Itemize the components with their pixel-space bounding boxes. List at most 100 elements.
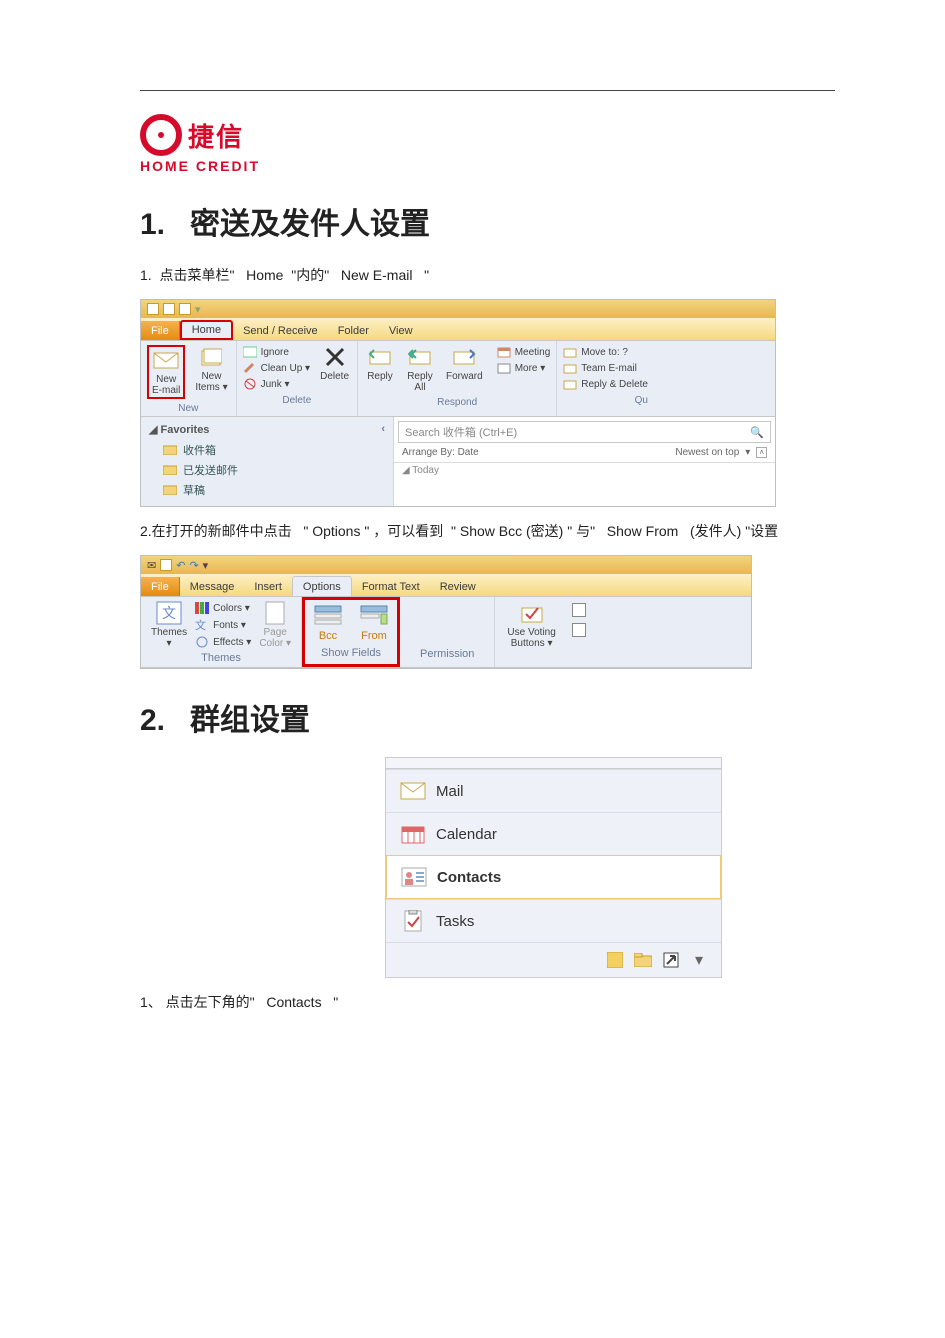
tab-format-text[interactable]: Format Text [352,577,430,596]
contacts-icon [401,866,427,888]
content-area: ◢ Favorites‹ 收件箱 已发送邮件 草稿 Search 收件箱 (Ct… [141,417,775,506]
search-box[interactable]: Search 收件箱 (Ctrl+E) 🔍 [398,421,771,443]
ribbon-home: New E-mail New Items ▾ New Igno [141,341,775,417]
top-rule [140,90,835,91]
nav-mail[interactable]: Mail [386,769,721,812]
tab-options[interactable]: Options [292,576,352,596]
logo-icon [140,114,182,156]
group-label-quick: Qu [635,393,648,408]
group-permission: Permission [400,597,495,667]
quick-access-toolbar: ▾ [141,300,775,318]
group-label-delete: Delete [282,393,311,408]
logo-chinese: 捷信 [188,117,244,154]
tasks-icon [400,910,426,932]
delete-button[interactable]: Delete [318,345,351,382]
section-1-step-1: 1. 点击菜单栏" Home "内的" New E-mail " [140,261,835,289]
new-items-icon [197,345,225,369]
screenshot-nav-pane: Mail Calendar Contacts Tasks ▾ [385,757,722,978]
cleanup-button[interactable]: Clean Up ▾ [243,361,311,375]
quick-access-toolbar-2: ✉ ↶ ↷ ▾ [141,556,751,574]
folder-nav: ◢ Favorites‹ 收件箱 已发送邮件 草稿 [141,417,394,506]
tab-review[interactable]: Review [430,577,486,596]
junk-button[interactable]: Junk ▾ [243,377,311,391]
junk-icon [243,377,257,391]
tab-folder[interactable]: Folder [328,321,379,340]
checkbox-icon[interactable] [572,603,586,617]
from-icon [359,604,389,628]
checkbox-icon[interactable] [572,623,586,637]
screenshot-options-ribbon: ✉ ↶ ↷ ▾ File Message Insert Options Form… [140,555,752,669]
page-color-button[interactable]: Page Color ▾ [257,601,293,649]
tab-file-2[interactable]: File [141,577,180,596]
section-1-title: 密送及发件人设置 [190,208,430,241]
group-quick-steps: Move to: ? Team E-mail Reply & Delete Qu [557,341,654,416]
group-respond: Reply Reply All Forward Meeting More ▾ R… [358,341,557,416]
voting-button[interactable]: Use Voting Buttons ▾ [505,601,557,649]
tab-home[interactable]: Home [180,320,233,340]
more-icon [497,361,511,375]
reply-all-icon [406,345,434,369]
colors-button[interactable]: Colors ▾ [195,601,251,615]
reply-all-button[interactable]: Reply All [404,345,436,393]
folder-list-icon[interactable] [633,951,653,969]
notes-icon[interactable] [605,951,625,969]
search-icon[interactable]: 🔍 [750,426,764,439]
calendar-icon [400,823,426,845]
folder-inbox[interactable]: 收件箱 [149,440,385,460]
arrange-by[interactable]: Arrange By: Date [402,447,479,458]
themes-button[interactable]: 文 Themes ▾ [149,601,189,649]
qat-dropdown-icon: ▾ [195,303,201,316]
group-label-respond: Respond [437,395,477,410]
section-1-heading: 1. 密送及发件人设置 [140,199,835,243]
section-2-title: 群组设置 [190,704,310,737]
message-list: Search 收件箱 (Ctrl+E) 🔍 Arrange By: Date N… [394,417,775,506]
sort-chevron-icon[interactable]: ▾ [745,447,750,458]
tab-message[interactable]: Message [180,577,245,596]
new-items-button[interactable]: New Items ▾ [193,345,229,393]
envelope-icon [152,348,180,372]
undo-icon: ↶ [176,559,185,572]
section-1-number: 1. [140,208,165,241]
fonts-button[interactable]: 文Fonts ▾ [195,618,251,632]
search-placeholder: Search 收件箱 (Ctrl+E) [405,424,517,440]
forward-button[interactable]: Forward [444,345,485,382]
screenshot-outlook-main: ▾ File Home Send / Receive Folder View N… [140,299,776,507]
svg-text:文: 文 [162,605,176,621]
folder-sent[interactable]: 已发送邮件 [149,460,385,480]
reply-delete-button[interactable]: Reply & Delete [563,377,648,391]
tab-send-receive[interactable]: Send / Receive [233,321,328,340]
meeting-button[interactable]: Meeting [497,345,551,359]
favorites-header[interactable]: ◢ Favorites‹ [149,423,385,436]
tab-file[interactable]: File [141,321,180,340]
redo-icon: ↷ [189,559,198,572]
more-respond-button[interactable]: More ▾ [497,361,551,375]
nav-tasks[interactable]: Tasks [386,899,721,942]
from-button[interactable]: From [351,602,397,644]
effects-button[interactable]: Effects ▾ [195,635,251,649]
nav-contacts[interactable]: Contacts [386,855,721,899]
group-label-permission: Permission [410,645,484,663]
collapse-icon[interactable]: ‹ [381,423,385,435]
folder-drafts[interactable]: 草稿 [149,480,385,500]
folder-icon [163,464,177,476]
configure-dropdown-icon[interactable]: ▾ [689,951,709,969]
tab-view[interactable]: View [379,321,423,340]
shortcuts-icon[interactable] [661,951,681,969]
highlight-new-email: New E-mail [147,345,185,399]
save-icon [160,559,172,571]
nav-calendar[interactable]: Calendar [386,812,721,855]
sort-order[interactable]: Newest on top [675,447,739,458]
reply-icon [366,345,394,369]
forward-icon [450,345,478,369]
group-label-new: New [178,401,198,416]
reply-button[interactable]: Reply [364,345,396,382]
team-email-button[interactable]: Team E-mail [563,361,648,375]
qat-mail-icon: ✉ [147,559,156,572]
expand-icon[interactable]: ˄ [756,447,767,458]
ignore-button[interactable]: Ignore [243,345,311,359]
new-email-button[interactable]: New E-mail [150,348,182,396]
move-to-button[interactable]: Move to: ? [563,345,648,359]
tab-insert[interactable]: Insert [244,577,292,596]
ignore-icon [243,345,257,359]
bcc-button[interactable]: Bcc [305,602,351,644]
